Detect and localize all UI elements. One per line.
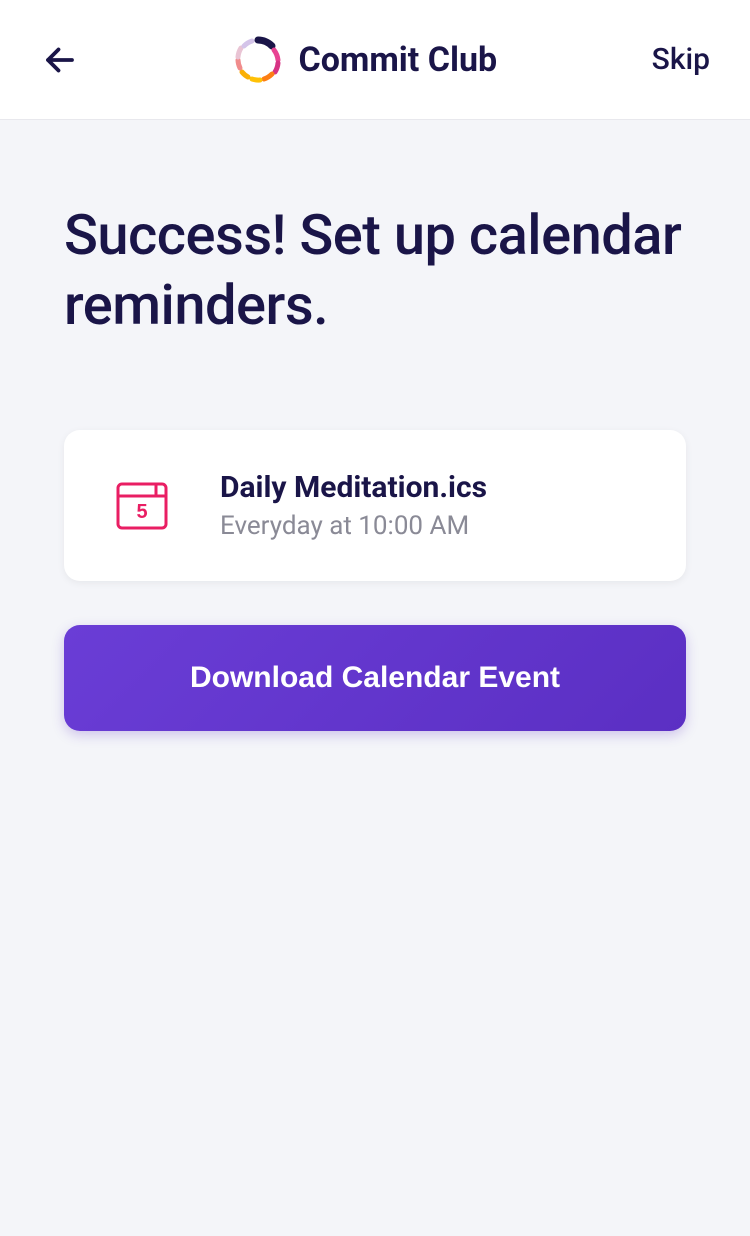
svg-text:5: 5: [136, 501, 147, 523]
header-title-group: Commit Club: [234, 36, 497, 84]
app-logo-icon: [234, 36, 282, 84]
back-button[interactable]: [40, 40, 80, 80]
app-title: Commit Club: [298, 40, 497, 80]
file-info: Daily Meditation.ics Everyday at 10:00 A…: [220, 470, 487, 541]
calendar-file-icon: 5: [112, 476, 172, 536]
file-card: 5 Daily Meditation.ics Everyday at 10:00…: [64, 430, 686, 581]
main-content: Success! Set up calendar reminders. 5 Da…: [0, 120, 750, 811]
download-button[interactable]: Download Calendar Event: [64, 625, 686, 731]
skip-button[interactable]: Skip: [652, 42, 710, 77]
header: Commit Club Skip: [0, 0, 750, 120]
arrow-left-icon: [42, 42, 78, 78]
file-name: Daily Meditation.ics: [220, 470, 487, 505]
page-heading: Success! Set up calendar reminders.: [64, 200, 686, 340]
file-subtitle: Everyday at 10:00 AM: [220, 511, 487, 541]
